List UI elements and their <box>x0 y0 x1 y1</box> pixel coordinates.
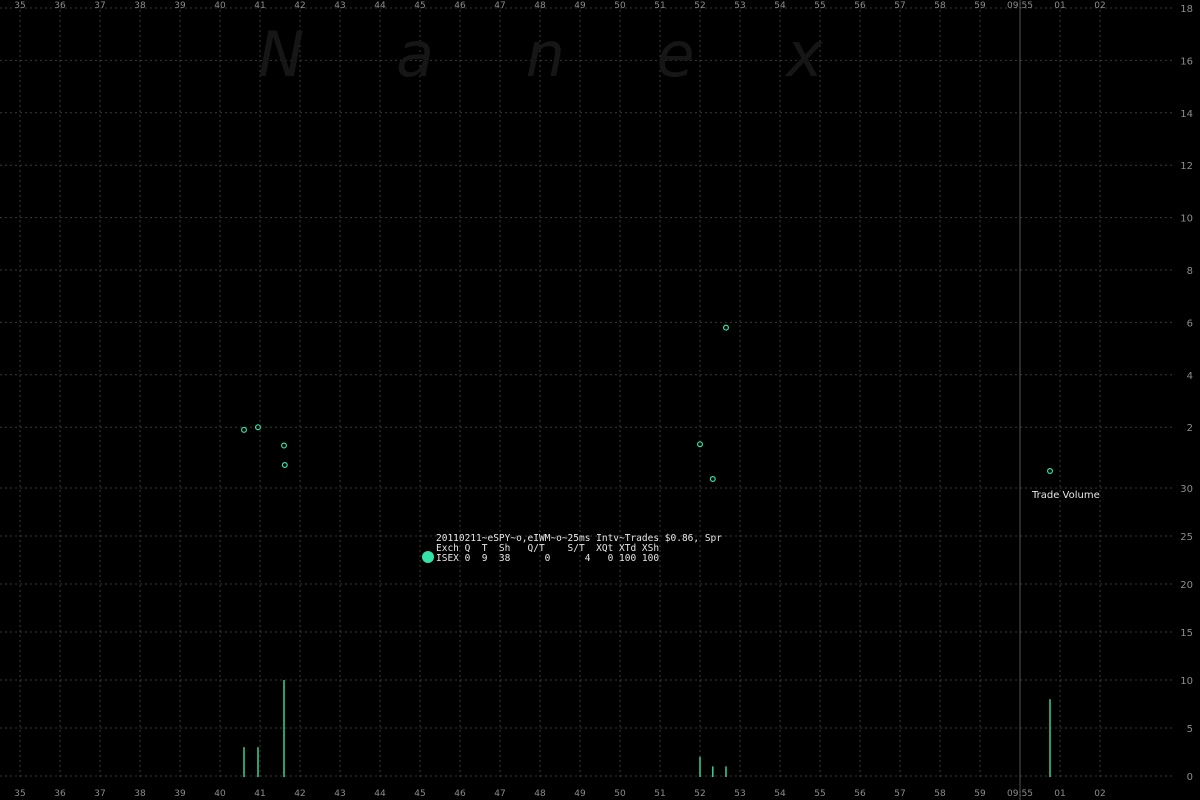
volume-tick-label: 10 <box>1180 676 1193 687</box>
x-tick-label-bottom: 48 <box>534 789 546 799</box>
x-tick-label-bottom: 50 <box>614 789 626 799</box>
x-tick-label-bottom: 09:55 <box>1007 789 1033 799</box>
trade-marker <box>281 462 288 469</box>
x-tick-label-bottom: 55 <box>814 789 825 799</box>
x-tick-label-top: 49 <box>574 1 586 11</box>
x-tick-label-top: 36 <box>54 1 66 11</box>
price-tick-label: 4 <box>1187 371 1193 382</box>
x-tick-label-bottom: 01 <box>1054 789 1065 799</box>
x-tick-label-bottom: 59 <box>974 789 986 799</box>
price-tick-label: 12 <box>1180 161 1193 172</box>
x-tick-label-top: 45 <box>414 1 425 11</box>
x-tick-label-top: 46 <box>454 1 466 11</box>
x-tick-label-top: 59 <box>974 1 986 11</box>
x-tick-label-bottom: 39 <box>174 789 186 799</box>
x-tick-label-bottom: 45 <box>414 789 425 799</box>
x-tick-label-top: 43 <box>334 1 345 11</box>
x-tick-label-top: 51 <box>654 1 665 11</box>
x-tick-label-top: 58 <box>934 1 946 11</box>
volume-tick-label: 30 <box>1180 484 1193 495</box>
x-tick-label-top: 38 <box>134 1 146 11</box>
x-tick-label-top: 41 <box>254 1 265 11</box>
trade-marker <box>722 324 729 331</box>
x-tick-label-bottom: 56 <box>854 789 866 799</box>
x-tick-label-bottom: 49 <box>574 789 586 799</box>
x-tick-label-top: 35 <box>14 1 25 11</box>
x-tick-label-top: 42 <box>294 1 305 11</box>
x-tick-label-top: 37 <box>94 1 105 11</box>
price-tick-label: 8 <box>1187 266 1193 277</box>
x-tick-label-bottom: 35 <box>14 789 25 799</box>
volume-tick-label: 15 <box>1180 628 1193 639</box>
trade-marker <box>709 476 716 483</box>
x-tick-label-top: 50 <box>614 1 626 11</box>
x-tick-label-top: 52 <box>694 1 705 11</box>
x-tick-label-bottom: 46 <box>454 789 466 799</box>
price-tick-label: 18 <box>1180 4 1193 15</box>
price-tick-label: 10 <box>1180 214 1193 225</box>
price-tick-label: 6 <box>1187 318 1193 329</box>
grid <box>0 7 1175 780</box>
price-tick-label: 16 <box>1180 56 1193 67</box>
price-tick-label: 14 <box>1180 109 1193 120</box>
axis-ticks: 3535363637373838393940404141424243434444… <box>14 1 1193 799</box>
x-tick-label-bottom: 53 <box>734 789 745 799</box>
trade-marker <box>1046 468 1053 475</box>
x-tick-label-bottom: 44 <box>374 789 386 799</box>
x-tick-label-bottom: 58 <box>934 789 946 799</box>
x-tick-label-bottom: 51 <box>654 789 665 799</box>
x-tick-label-top: 40 <box>214 1 226 11</box>
x-tick-label-bottom: 42 <box>294 789 305 799</box>
x-tick-label-top: 55 <box>814 1 825 11</box>
x-tick-label-bottom: 36 <box>54 789 66 799</box>
volume-tick-label: 20 <box>1180 580 1193 591</box>
volume-tick-label: 0 <box>1187 772 1193 783</box>
info-row: ISEX 0 9 38 0 4 0 100 100 <box>436 553 659 564</box>
nanex-watermark: N a n e x <box>258 18 824 91</box>
x-tick-label-top: 39 <box>174 1 186 11</box>
trade-volume-label: Trade Volume <box>1031 490 1100 501</box>
x-tick-label-bottom: 02 <box>1094 789 1105 799</box>
x-tick-label-top: 56 <box>854 1 866 11</box>
chart-svg: N a n e x 353536363737383839394040414142… <box>0 0 1193 800</box>
x-tick-label-bottom: 54 <box>774 789 786 799</box>
x-tick-label-bottom: 40 <box>214 789 226 799</box>
x-tick-label-bottom: 37 <box>94 789 105 799</box>
x-tick-label-top: 01 <box>1054 1 1065 11</box>
x-tick-label-top: 57 <box>894 1 905 11</box>
info-box: 20110211~eSPY~o,eIWM~o~25ms Intv~Trades … <box>422 533 722 564</box>
x-tick-label-bottom: 47 <box>494 789 505 799</box>
x-tick-label-top: 09:55 <box>1007 1 1033 11</box>
volume-tick-label: 25 <box>1180 532 1193 543</box>
x-tick-label-top: 47 <box>494 1 505 11</box>
x-tick-label-bottom: 43 <box>334 789 345 799</box>
chart-area: N a n e x 35 35 36 36 37 37 38 38 39 39 40 40 41 41 42… <box>0 0 1200 800</box>
x-tick-label-top: 53 <box>734 1 745 11</box>
x-tick-label-top: 44 <box>374 1 386 11</box>
x-tick-label-top: 02 <box>1094 1 1105 11</box>
price-tick-label: 2 <box>1187 423 1193 434</box>
trade-marker <box>241 426 248 433</box>
x-tick-label-top: 48 <box>534 1 546 11</box>
x-tick-label-bottom: 41 <box>254 789 265 799</box>
x-tick-label-bottom: 52 <box>694 789 705 799</box>
x-tick-label-bottom: 38 <box>134 789 146 799</box>
volume-tick-label: 5 <box>1187 724 1193 735</box>
trade-marker <box>281 442 288 449</box>
x-tick-label-top: 54 <box>774 1 786 11</box>
x-tick-label-bottom: 57 <box>894 789 905 799</box>
selected-exchange-marker <box>422 551 434 563</box>
